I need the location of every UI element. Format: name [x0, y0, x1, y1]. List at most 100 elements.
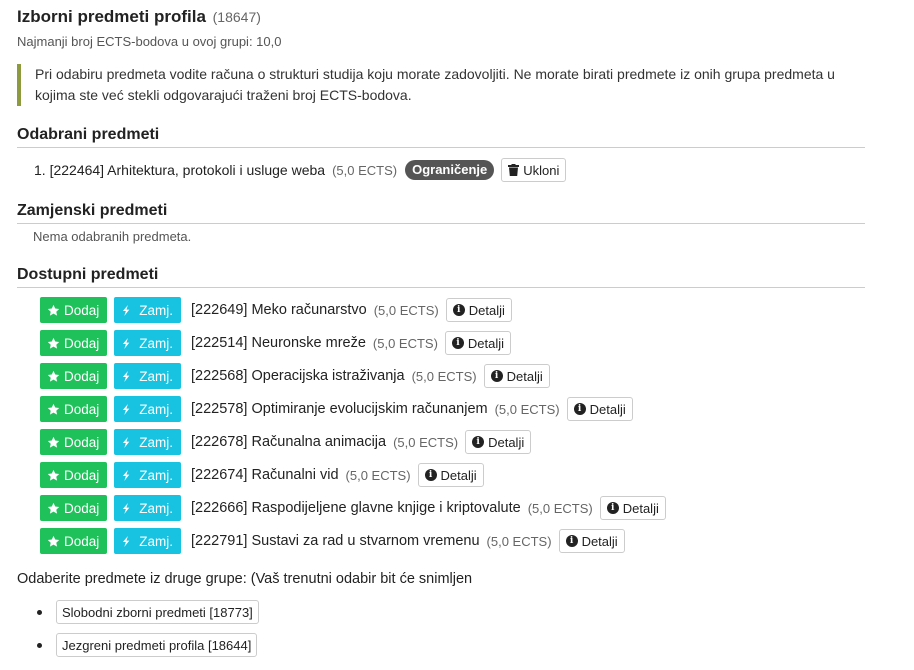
swap-icon — [122, 502, 130, 514]
other-group-item: Slobodni zborni predmeti [18773] — [37, 600, 259, 624]
star-icon — [47, 535, 60, 547]
details-button-label: Detalji — [506, 368, 543, 384]
min-ects-text: Najmanji broj ECTS-bodova u ovoj grupi: … — [17, 34, 282, 49]
remove-button[interactable]: Ukloni — [501, 158, 567, 182]
details-button[interactable]: i Detalji — [465, 430, 532, 454]
alternate-button[interactable]: Zamj. — [114, 396, 181, 422]
selected-course-row: 1. [222464] Arhitektura, protokoli i usl… — [34, 158, 567, 182]
alternate-button[interactable]: Zamj. — [114, 429, 181, 455]
course-ects: (5,0 ECTS) — [411, 368, 477, 384]
add-button[interactable]: Dodaj — [40, 363, 107, 389]
available-course-row: Dodaj Zamj. [222791] Sustavi za rad u stva… — [40, 528, 625, 554]
star-icon — [47, 337, 60, 349]
details-button[interactable]: i Detalji — [445, 298, 512, 322]
available-course-row: Dodaj Zamj. [222578] Optimiranje evolucijs… — [40, 396, 633, 422]
available-course-row: Dodaj Zamj. [222674] Računalni vid (5,0 ECT… — [40, 462, 484, 488]
replacement-section-title: Zamjenski predmeti — [17, 202, 865, 224]
details-button-label: Detalji — [581, 533, 618, 549]
available-course-row: Dodaj Zamj. [222649] Meko računarstvo (5,0 … — [40, 297, 512, 323]
add-button-label: Dodaj — [64, 368, 100, 384]
details-button-label: Detalji — [440, 467, 477, 483]
available-course-row: Dodaj Zamj. [222514] Neuronske mreže (5,0 E… — [40, 330, 512, 356]
course-ects: (5,0 ECTS) — [494, 401, 560, 417]
details-button[interactable]: i Detalji — [483, 364, 550, 388]
details-button[interactable]: i Detalji — [558, 529, 625, 553]
swap-icon — [122, 535, 130, 547]
swap-icon — [122, 370, 130, 382]
alternate-button[interactable]: Zamj. — [114, 528, 181, 554]
add-button-label: Dodaj — [64, 401, 100, 417]
course-name: [222514] Neuronske mreže — [191, 335, 366, 351]
course-ects: (5,0 ECTS) — [486, 533, 552, 549]
details-button[interactable]: i Detalji — [599, 496, 666, 520]
restriction-badge[interactable]: Ograničenje — [405, 160, 495, 180]
alternate-button[interactable]: Zamj. — [114, 297, 181, 323]
details-button-label: Detalji — [589, 401, 626, 417]
course-name: [222666] Raspodijeljene glavne knjige i … — [191, 500, 521, 516]
available-section-title: Dostupni predmeti — [17, 266, 865, 288]
add-button-label: Dodaj — [64, 302, 100, 318]
star-icon — [47, 403, 60, 415]
group-title-text: Izborni predmeti profila — [17, 7, 206, 26]
star-icon — [47, 370, 60, 382]
selected-course-label: 1. [222464] Arhitektura, protokoli i usl… — [34, 162, 326, 178]
info-icon: i — [565, 535, 578, 547]
add-button-label: Dodaj — [64, 533, 100, 549]
swap-icon — [122, 304, 130, 316]
info-icon: i — [452, 304, 465, 316]
info-icon: i — [451, 337, 464, 349]
course-ects: (5,0 ECTS) — [373, 302, 439, 318]
details-button[interactable]: i Detalji — [444, 331, 512, 355]
other-group-item: Jezgreni predmeti profila [18644] — [37, 633, 258, 657]
add-button[interactable]: Dodaj — [40, 396, 107, 422]
alternate-button-label: Zamj. — [139, 500, 173, 516]
info-icon: i — [573, 403, 586, 415]
trash-icon — [508, 164, 520, 176]
add-button[interactable]: Dodaj — [40, 330, 107, 356]
course-ects: (5,0 ECTS) — [345, 467, 411, 483]
star-icon — [47, 304, 60, 316]
details-button[interactable]: i Detalji — [417, 463, 484, 487]
star-icon — [47, 502, 60, 514]
details-button-label: Detalji — [488, 434, 525, 450]
other-group-button[interactable]: Slobodni zborni predmeti [18773] — [56, 600, 259, 624]
selected-section-title: Odabrani predmeti — [17, 126, 865, 148]
info-icon: i — [472, 436, 485, 448]
course-name: [222674] Računalni vid — [191, 467, 339, 483]
remove-button-label: Ukloni — [523, 162, 560, 178]
details-button[interactable]: i Detalji — [566, 397, 633, 421]
alternate-button[interactable]: Zamj. — [114, 462, 181, 488]
alternate-button-label: Zamj. — [139, 434, 173, 450]
bullet-icon — [37, 642, 42, 648]
alternate-button-label: Zamj. — [139, 368, 173, 384]
course-name: [222678] Računalna animacija — [191, 434, 387, 450]
add-button[interactable]: Dodaj — [40, 429, 107, 455]
available-course-row: Dodaj Zamj. [222568] Operacijska istraživa… — [40, 363, 550, 389]
info-note: Pri odabiru predmeta vodite računa o str… — [17, 64, 847, 106]
details-button-label: Detalji — [467, 335, 505, 351]
info-icon: i — [424, 469, 437, 481]
info-icon: i — [606, 502, 619, 514]
add-button-label: Dodaj — [64, 434, 100, 450]
swap-icon — [122, 403, 130, 415]
available-course-row: Dodaj Zamj. [222666] Raspodijeljene glavne… — [40, 495, 666, 521]
course-ects: (5,0 ECTS) — [393, 434, 459, 450]
replacement-empty-message: Nema odabranih predmeta. — [33, 229, 192, 244]
alternate-button-label: Zamj. — [139, 302, 173, 318]
details-button-label: Detalji — [622, 500, 659, 516]
alternate-button[interactable]: Zamj. — [114, 363, 181, 389]
star-icon — [47, 436, 60, 448]
add-button-label: Dodaj — [64, 467, 100, 483]
add-button[interactable]: Dodaj — [40, 495, 107, 521]
add-button[interactable]: Dodaj — [40, 462, 107, 488]
alternate-button[interactable]: Zamj. — [114, 330, 181, 356]
add-button[interactable]: Dodaj — [40, 297, 107, 323]
other-group-button[interactable]: Jezgreni predmeti profila [18644] — [56, 633, 258, 657]
other-groups-prompt: Odaberite predmete iz druge grupe: (Vaš … — [17, 571, 473, 587]
add-button-label: Dodaj — [64, 500, 100, 516]
alternate-button[interactable]: Zamj. — [114, 495, 181, 521]
alternate-button-label: Zamj. — [139, 335, 173, 351]
bullet-icon — [37, 609, 42, 615]
add-button[interactable]: Dodaj — [40, 528, 107, 554]
info-icon: i — [490, 370, 503, 382]
